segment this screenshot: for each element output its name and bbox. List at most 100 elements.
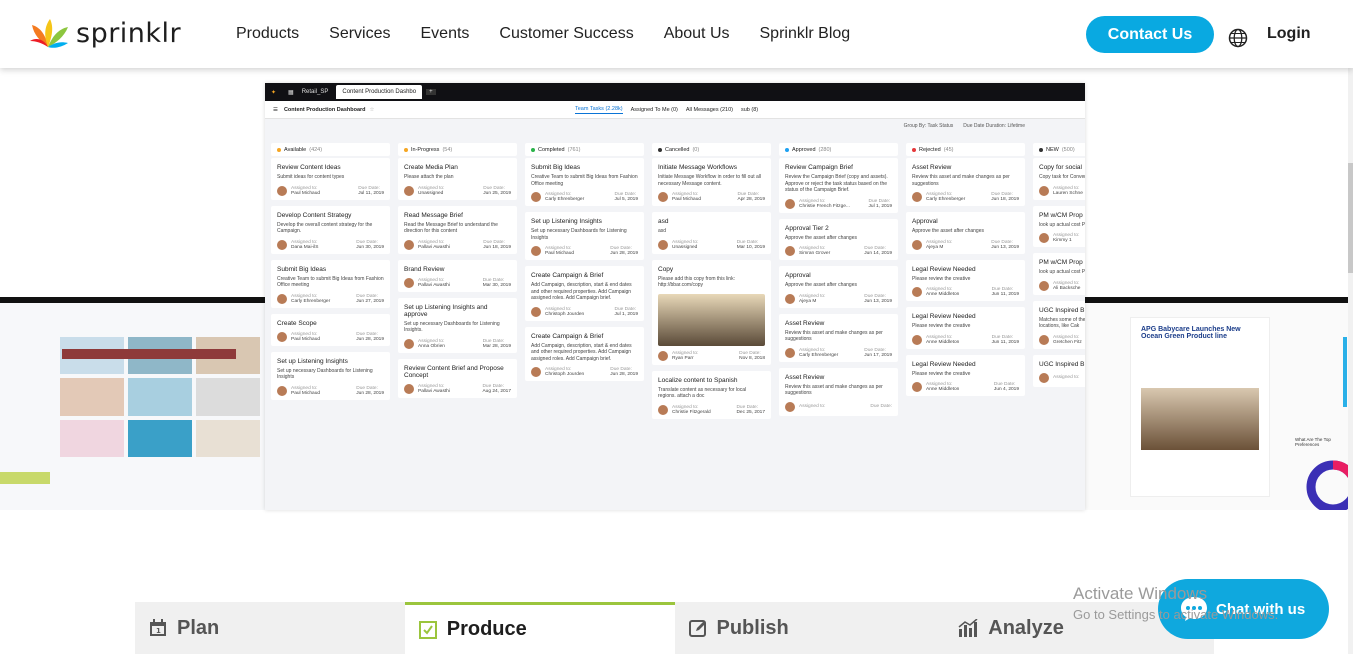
- due-date: Jul 1, 2019: [868, 203, 892, 209]
- column-header[interactable]: In-Progress (54): [398, 143, 517, 156]
- due-date: Dec 25, 2017: [736, 409, 765, 415]
- task-description: Approve the asset after changes: [785, 234, 857, 241]
- dashboard-tab[interactable]: Content Production Dashbo: [336, 85, 423, 99]
- task-card[interactable]: Asset Review Review this asset and make c…: [779, 367, 898, 416]
- task-footer: Assigned to: Ryan Parr Due Date: Nov 8, 201…: [658, 350, 765, 361]
- column-title: NEW: [1046, 146, 1059, 153]
- task-card[interactable]: Brand Review Assigned to: Pallavi Awasthi D…: [398, 259, 517, 292]
- avatar: [912, 334, 922, 345]
- task-card[interactable]: UGC Inspired B Awareness Con Matches some…: [1033, 300, 1085, 349]
- due-date: Mar 30, 2019: [482, 282, 511, 288]
- task-card[interactable]: Set up Listening Insights Set up necessar…: [525, 212, 644, 260]
- task-footer: Assigned to: Ajeya M Due Date: Jun 13, 2019: [785, 293, 892, 304]
- tab-plan[interactable]: 1 Plan: [135, 602, 405, 654]
- add-tab-icon[interactable]: +: [426, 89, 436, 95]
- star-icon[interactable]: ☆: [370, 107, 375, 113]
- assignee-name: Christie French Fitzge...: [799, 203, 850, 209]
- task-card[interactable]: Develop Content Strategy Develop the over…: [271, 205, 390, 254]
- task-card[interactable]: Asset Review Review this asset and make c…: [906, 158, 1025, 206]
- task-description: Review this asset and make changes as pe…: [785, 329, 883, 343]
- task-card[interactable]: Approval Approve the asset after changes A…: [906, 212, 1025, 254]
- due-date: Jun 18, 2019: [483, 244, 511, 250]
- column-header[interactable]: Available (424): [271, 143, 390, 156]
- task-title: PM w/CM Prop: [1039, 211, 1083, 219]
- column-header[interactable]: Approved (280): [779, 143, 898, 156]
- column-header[interactable]: Completed (761): [525, 143, 644, 156]
- nav-events[interactable]: Events: [421, 24, 470, 44]
- tab-publish[interactable]: Publish: [675, 602, 945, 654]
- task-card[interactable]: Legal Review Needed Please review the cre…: [906, 259, 1025, 301]
- donut-chart: [1306, 460, 1348, 510]
- menu-icon[interactable]: ☰: [273, 107, 278, 113]
- task-card[interactable]: PM w/CM Prop look up actual cost PMing wi…: [1033, 253, 1085, 295]
- due-date: Jun 11, 2019: [991, 292, 1019, 297]
- group-by-filter[interactable]: Group By: Task Status: [904, 123, 954, 129]
- globe-icon[interactable]: [1228, 28, 1248, 48]
- task-card[interactable]: Set up Listening Insights and approve Set…: [398, 297, 517, 353]
- task-card[interactable]: asd asd Assigned to: Unassigned Due Date: Mar…: [652, 212, 771, 254]
- task-card[interactable]: Initiate Message Workflows Initiate Messa…: [652, 158, 771, 206]
- task-card[interactable]: Legal Review Needed Please review the cre…: [906, 307, 1025, 349]
- task-card[interactable]: Create Scope Assigned to: Paul Michaud Due …: [271, 313, 390, 346]
- task-card[interactable]: Review Campaign Brief Review the Campaign…: [779, 158, 898, 213]
- tab-sub[interactable]: sub (8): [741, 107, 758, 113]
- assignee-name: Paul Michaud: [291, 390, 321, 396]
- assignee-name: Anna Obrien: [418, 343, 445, 349]
- produce-icon: [418, 620, 437, 639]
- task-card[interactable]: Asset Review Review this asset and make c…: [779, 313, 898, 362]
- task-card[interactable]: Create Campaign & Brief Add Campaign, des…: [525, 326, 644, 381]
- column-count: (280): [818, 146, 832, 153]
- nav-customer-success[interactable]: Customer Success: [499, 24, 633, 44]
- sprinklr-logo[interactable]: sprinklr: [30, 17, 181, 49]
- app-logo-icon: ✦: [271, 89, 277, 96]
- task-card[interactable]: Review Content Brief and Propose Concept…: [398, 358, 517, 398]
- assigned-label: Assigned to:: [291, 239, 318, 245]
- apps-grid-icon[interactable]: ▦: [288, 89, 294, 96]
- nav-about-us[interactable]: About Us: [664, 24, 730, 44]
- login-link[interactable]: Login: [1267, 25, 1311, 43]
- scrollbar-thumb[interactable]: [1348, 163, 1353, 273]
- task-card[interactable]: Submit Big Ideas Creative Team to submit …: [525, 158, 644, 206]
- task-title: Set up Listening Insights: [277, 357, 348, 365]
- task-description: Matches some of the steps with manning l…: [1039, 316, 1085, 330]
- background-screenshot-right: APG Babycare Launches New Ocean Green Pr…: [1085, 297, 1348, 510]
- task-card[interactable]: Set up Listening Insights Set up necessar…: [271, 351, 390, 400]
- column-count: (500): [1061, 146, 1075, 153]
- tab-all-messages[interactable]: All Messages (210): [686, 107, 733, 113]
- avatar: [277, 185, 287, 196]
- nav-products[interactable]: Products: [236, 24, 299, 44]
- due-date-filter[interactable]: Due Date Duration: Lifetime: [963, 123, 1025, 129]
- task-card[interactable]: Create Campaign & Brief Add Campaign, des…: [525, 266, 644, 321]
- column-header[interactable]: Rejected (45): [906, 143, 1025, 156]
- task-card[interactable]: Approval Tier 2 Approve the asset after c…: [779, 218, 898, 260]
- nav-services[interactable]: Services: [329, 24, 390, 44]
- column-title: Rejected: [919, 146, 941, 153]
- contact-us-button[interactable]: Contact Us: [1086, 16, 1214, 53]
- column-header[interactable]: NEW (500): [1033, 143, 1085, 156]
- assignee-name: Paul Michaud: [545, 251, 575, 256]
- task-title: Submit Big Ideas: [531, 164, 581, 171]
- chat-with-us-button[interactable]: Chat with us: [1158, 579, 1329, 639]
- nav-sprinklr-blog[interactable]: Sprinklr Blog: [760, 24, 851, 44]
- task-card[interactable]: UGC Inspired B Awareness Con Assigned to:…: [1033, 354, 1085, 387]
- task-card[interactable]: PM w/CM Prop look up actual cost PMing wi…: [1033, 205, 1085, 247]
- task-card[interactable]: Read Message Brief Read the Message Brief…: [398, 205, 517, 254]
- tab-assigned-to-me[interactable]: Assigned To Me (0): [631, 107, 678, 113]
- task-card[interactable]: Copy Please add this copy from this link:…: [652, 259, 771, 365]
- task-title: Submit Big Ideas: [277, 265, 327, 273]
- workspace-selector[interactable]: Retail_SP: [302, 89, 329, 95]
- assignee-name: Anne Middleton: [926, 387, 960, 392]
- task-footer: Assigned to: Carly Ehrenberger Due Date: Ju…: [531, 192, 638, 202]
- page-scrollbar[interactable]: [1348, 68, 1353, 654]
- task-card[interactable]: Copy for social Copy task for Conver camp…: [1033, 158, 1085, 200]
- task-card[interactable]: Approval Approve the asset after changes A…: [779, 266, 898, 308]
- task-card[interactable]: Review Content Ideas Submit ideas for con…: [271, 158, 390, 200]
- task-card[interactable]: Create Media Plan Please attach the plan A…: [398, 158, 517, 200]
- tab-team-tasks[interactable]: Team Tasks (2.28k): [575, 106, 623, 114]
- tab-produce[interactable]: Produce: [404, 602, 675, 654]
- task-card[interactable]: Localize content to Spanish Translate con…: [652, 370, 771, 419]
- column-header[interactable]: Cancelled (0): [652, 143, 771, 156]
- task-card[interactable]: Legal Review Needed Please review the cre…: [906, 354, 1025, 396]
- due-date: Apr 28, 2019: [737, 197, 765, 202]
- task-card[interactable]: Submit Big Ideas Creative Team to submit …: [271, 259, 390, 308]
